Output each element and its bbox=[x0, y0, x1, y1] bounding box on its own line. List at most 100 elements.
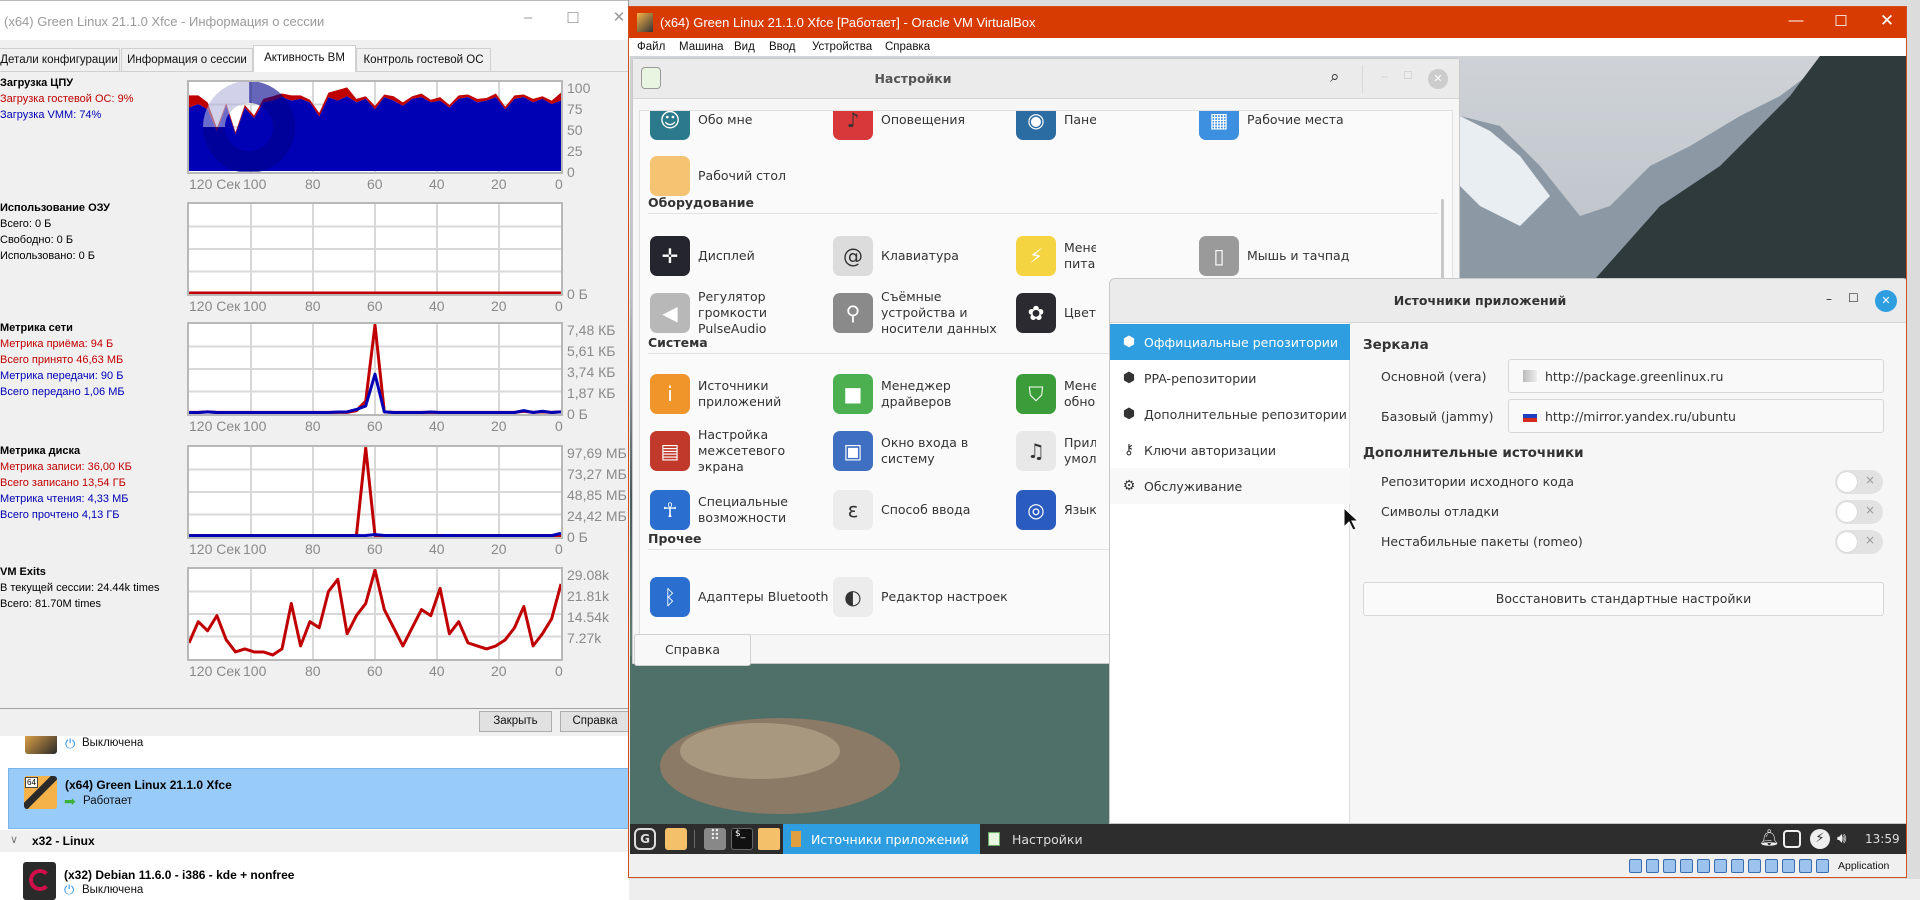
toggle-switch[interactable]: × bbox=[1835, 500, 1883, 524]
restore-defaults-button[interactable]: Восстановить стандартные настройки bbox=[1363, 582, 1884, 616]
settings-item[interactable]: ⛉ Менедж обновл bbox=[1016, 371, 1096, 417]
y-tick-label: 50 bbox=[567, 122, 583, 138]
sidebar-item[interactable]: ⚷ Ключи авторизации bbox=[1110, 432, 1350, 468]
toggle-switch[interactable]: × bbox=[1835, 530, 1883, 554]
package-icon: ⬢ bbox=[1122, 406, 1136, 422]
settings-item[interactable]: ♫ Прилож умолча bbox=[1016, 428, 1096, 474]
video-capture-icon[interactable] bbox=[1748, 859, 1761, 873]
maximize-button[interactable]: ☐ bbox=[558, 9, 588, 27]
settings-item[interactable]: i Источники приложений bbox=[650, 371, 833, 417]
sidebar-item[interactable]: ⬢ PPA-репозитории bbox=[1110, 360, 1350, 396]
settings-item[interactable]: ♪ Оповещения bbox=[833, 111, 1016, 143]
tab-guest-control[interactable]: Контроль гостевой ОС bbox=[356, 48, 491, 71]
toggle-switch[interactable]: × bbox=[1835, 470, 1883, 494]
hard-disk-icon[interactable] bbox=[1629, 859, 1642, 873]
settings-item-label: Рабочий стол bbox=[698, 168, 786, 183]
vm-group-header[interactable]: ∨ x32 - Linux bbox=[0, 830, 629, 852]
optical-drive-icon[interactable] bbox=[1646, 859, 1659, 873]
main-mirror-field[interactable]: http://package.greenlinux.ru bbox=[1508, 359, 1884, 393]
app-menu-icon[interactable]: G bbox=[634, 828, 656, 850]
volume-icon[interactable]: 🔊︎ bbox=[1837, 829, 1846, 847]
minimize-button[interactable]: – bbox=[1826, 292, 1832, 306]
minimize-button[interactable]: – bbox=[513, 9, 543, 26]
settings-item[interactable]: Рабочий стол bbox=[650, 153, 833, 199]
vm-list-item[interactable]: (x32) Debian 11.6.0 - i386 - kde + nonfr… bbox=[8, 854, 629, 900]
close-button[interactable]: ✕ bbox=[604, 8, 628, 26]
close-dialog-button[interactable]: Закрыть bbox=[479, 711, 552, 732]
running-arrow-icon: ➡ bbox=[64, 793, 76, 809]
menu-view[interactable]: Вид bbox=[734, 41, 755, 53]
clock[interactable]: 13:59 bbox=[1865, 832, 1900, 846]
settings-item[interactable]: ✛ Дисплей bbox=[650, 233, 833, 279]
y-tick-label: 21.81k bbox=[567, 588, 610, 604]
mouse-integration-icon[interactable] bbox=[1799, 859, 1812, 873]
file-manager-icon[interactable] bbox=[758, 828, 780, 850]
section-heading: Система bbox=[648, 335, 708, 350]
display-icon[interactable] bbox=[1731, 859, 1744, 873]
taskbar-item-sources[interactable]: Источники приложений bbox=[783, 824, 980, 854]
show-desktop-icon[interactable] bbox=[665, 828, 687, 850]
maximize-button[interactable]: ☐ bbox=[1848, 291, 1859, 305]
menu-machine[interactable]: Машина bbox=[679, 41, 724, 53]
settings-item[interactable]: @ Клавиатура bbox=[833, 233, 1016, 279]
settings-item[interactable]: ✿ Цветов bbox=[1016, 290, 1096, 336]
settings-item[interactable]: ▤ Настройка межсетевого экрана bbox=[650, 427, 833, 474]
settings-item[interactable]: ⚲ Съёмные устройства и носители данных bbox=[833, 289, 1016, 336]
tab-config-details[interactable]: Детали конфигурации bbox=[0, 48, 120, 71]
terminal-icon[interactable]: $_ bbox=[731, 828, 753, 850]
sidebar-item[interactable]: ⬢ Дополнительные репозитории bbox=[1110, 396, 1350, 432]
settings-item[interactable]: ☥ Специальные возможности bbox=[650, 487, 833, 533]
settings-item[interactable]: ☺ Обо мне bbox=[650, 111, 833, 143]
tab-session-info[interactable]: Информация о сессии bbox=[121, 48, 253, 71]
vm-list-item-selected[interactable]: 64 (x64) Green Linux 21.1.0 Xfce ➡ Работ… bbox=[8, 768, 629, 829]
taskbar-item-settings[interactable]: Настройки bbox=[988, 824, 1083, 854]
menu-file[interactable]: Файл bbox=[637, 41, 665, 53]
settings-item[interactable]: ■ Менеджер драйверов bbox=[833, 371, 1016, 417]
recording-icon[interactable] bbox=[1765, 859, 1778, 873]
network-icon[interactable] bbox=[1783, 830, 1801, 848]
exits-title: VM Exits bbox=[0, 566, 46, 578]
network-icon[interactable] bbox=[1680, 859, 1693, 873]
settings-item[interactable]: ◎ Языки bbox=[1016, 487, 1096, 533]
settings-item[interactable]: ▦ Рабочие места bbox=[1199, 111, 1382, 143]
audio-icon[interactable] bbox=[1663, 859, 1676, 873]
keyboard-icon[interactable] bbox=[1816, 859, 1829, 873]
settings-item[interactable]: ◉ Панель bbox=[1016, 111, 1096, 143]
help-button[interactable]: Справка bbox=[560, 711, 628, 732]
menu-input[interactable]: Ввод bbox=[769, 41, 796, 53]
x-tick-label: 20 bbox=[491, 663, 507, 679]
app-grid-icon[interactable]: ⠿ bbox=[704, 828, 726, 850]
minimize-button[interactable]: – bbox=[1381, 69, 1388, 83]
cpu-icon[interactable] bbox=[1782, 859, 1795, 873]
menu-devices[interactable]: Устройства bbox=[812, 41, 872, 53]
dialog-header: Источники приложений – ☐ ✕ bbox=[1110, 279, 1906, 323]
sidebar-item[interactable]: ⚙ Обслуживание bbox=[1110, 468, 1350, 504]
tab-vm-activity[interactable]: Активность ВМ bbox=[253, 45, 356, 72]
settings-item[interactable]: ◀ Регулятор громкости PulseAudio bbox=[650, 289, 833, 336]
settings-item[interactable]: ⚡ Менеджер питания bbox=[1016, 233, 1096, 279]
shared-folders-icon[interactable] bbox=[1714, 859, 1727, 873]
mouse-icon: ▯ bbox=[1199, 236, 1239, 276]
software-sources-dialog: Источники приложений – ☐ ✕ Зеркала Основ… bbox=[1109, 278, 1906, 824]
search-icon[interactable]: ⌕ bbox=[1330, 67, 1340, 87]
power-icon[interactable]: ⚡ bbox=[1810, 829, 1830, 849]
base-mirror-field[interactable]: http://mirror.yandex.ru/ubuntu bbox=[1508, 399, 1884, 433]
sidebar-item[interactable]: ⬢ Оффициальные репозитории bbox=[1110, 324, 1350, 360]
settings-item[interactable]: ▯ Мышь и тачпад bbox=[1199, 233, 1382, 279]
close-button[interactable]: ✕ bbox=[1428, 69, 1448, 89]
net-tx-total: Всего передано 1,06 МБ bbox=[0, 386, 125, 398]
notifications-bell-icon[interactable]: 🔔︎ bbox=[1759, 828, 1779, 847]
menu-help[interactable]: Справка bbox=[885, 41, 930, 53]
minimize-button[interactable]: — bbox=[1781, 12, 1811, 29]
settings-item[interactable]: ᛒ Адаптеры Bluetooth bbox=[650, 574, 833, 620]
settings-help-button[interactable]: Справка bbox=[634, 634, 751, 666]
maximize-button[interactable]: ☐ bbox=[1826, 12, 1856, 30]
guest-screen[interactable]: Настройки ⌕ – ☐ ✕ ☺ Обо мне ♪ Оповещения ◉ Па… bbox=[630, 56, 1906, 854]
settings-item[interactable]: ε Способ ввода bbox=[833, 487, 1016, 533]
close-button[interactable]: ✕ bbox=[1875, 290, 1897, 312]
maximize-button[interactable]: ☐ bbox=[1403, 69, 1413, 82]
usb-icon[interactable] bbox=[1697, 859, 1710, 873]
settings-item[interactable]: ◐ Редактор настроек bbox=[833, 574, 1016, 620]
settings-item[interactable]: ▣ Окно входа в систему bbox=[833, 428, 1016, 474]
close-button[interactable]: ✕ bbox=[1872, 11, 1902, 31]
